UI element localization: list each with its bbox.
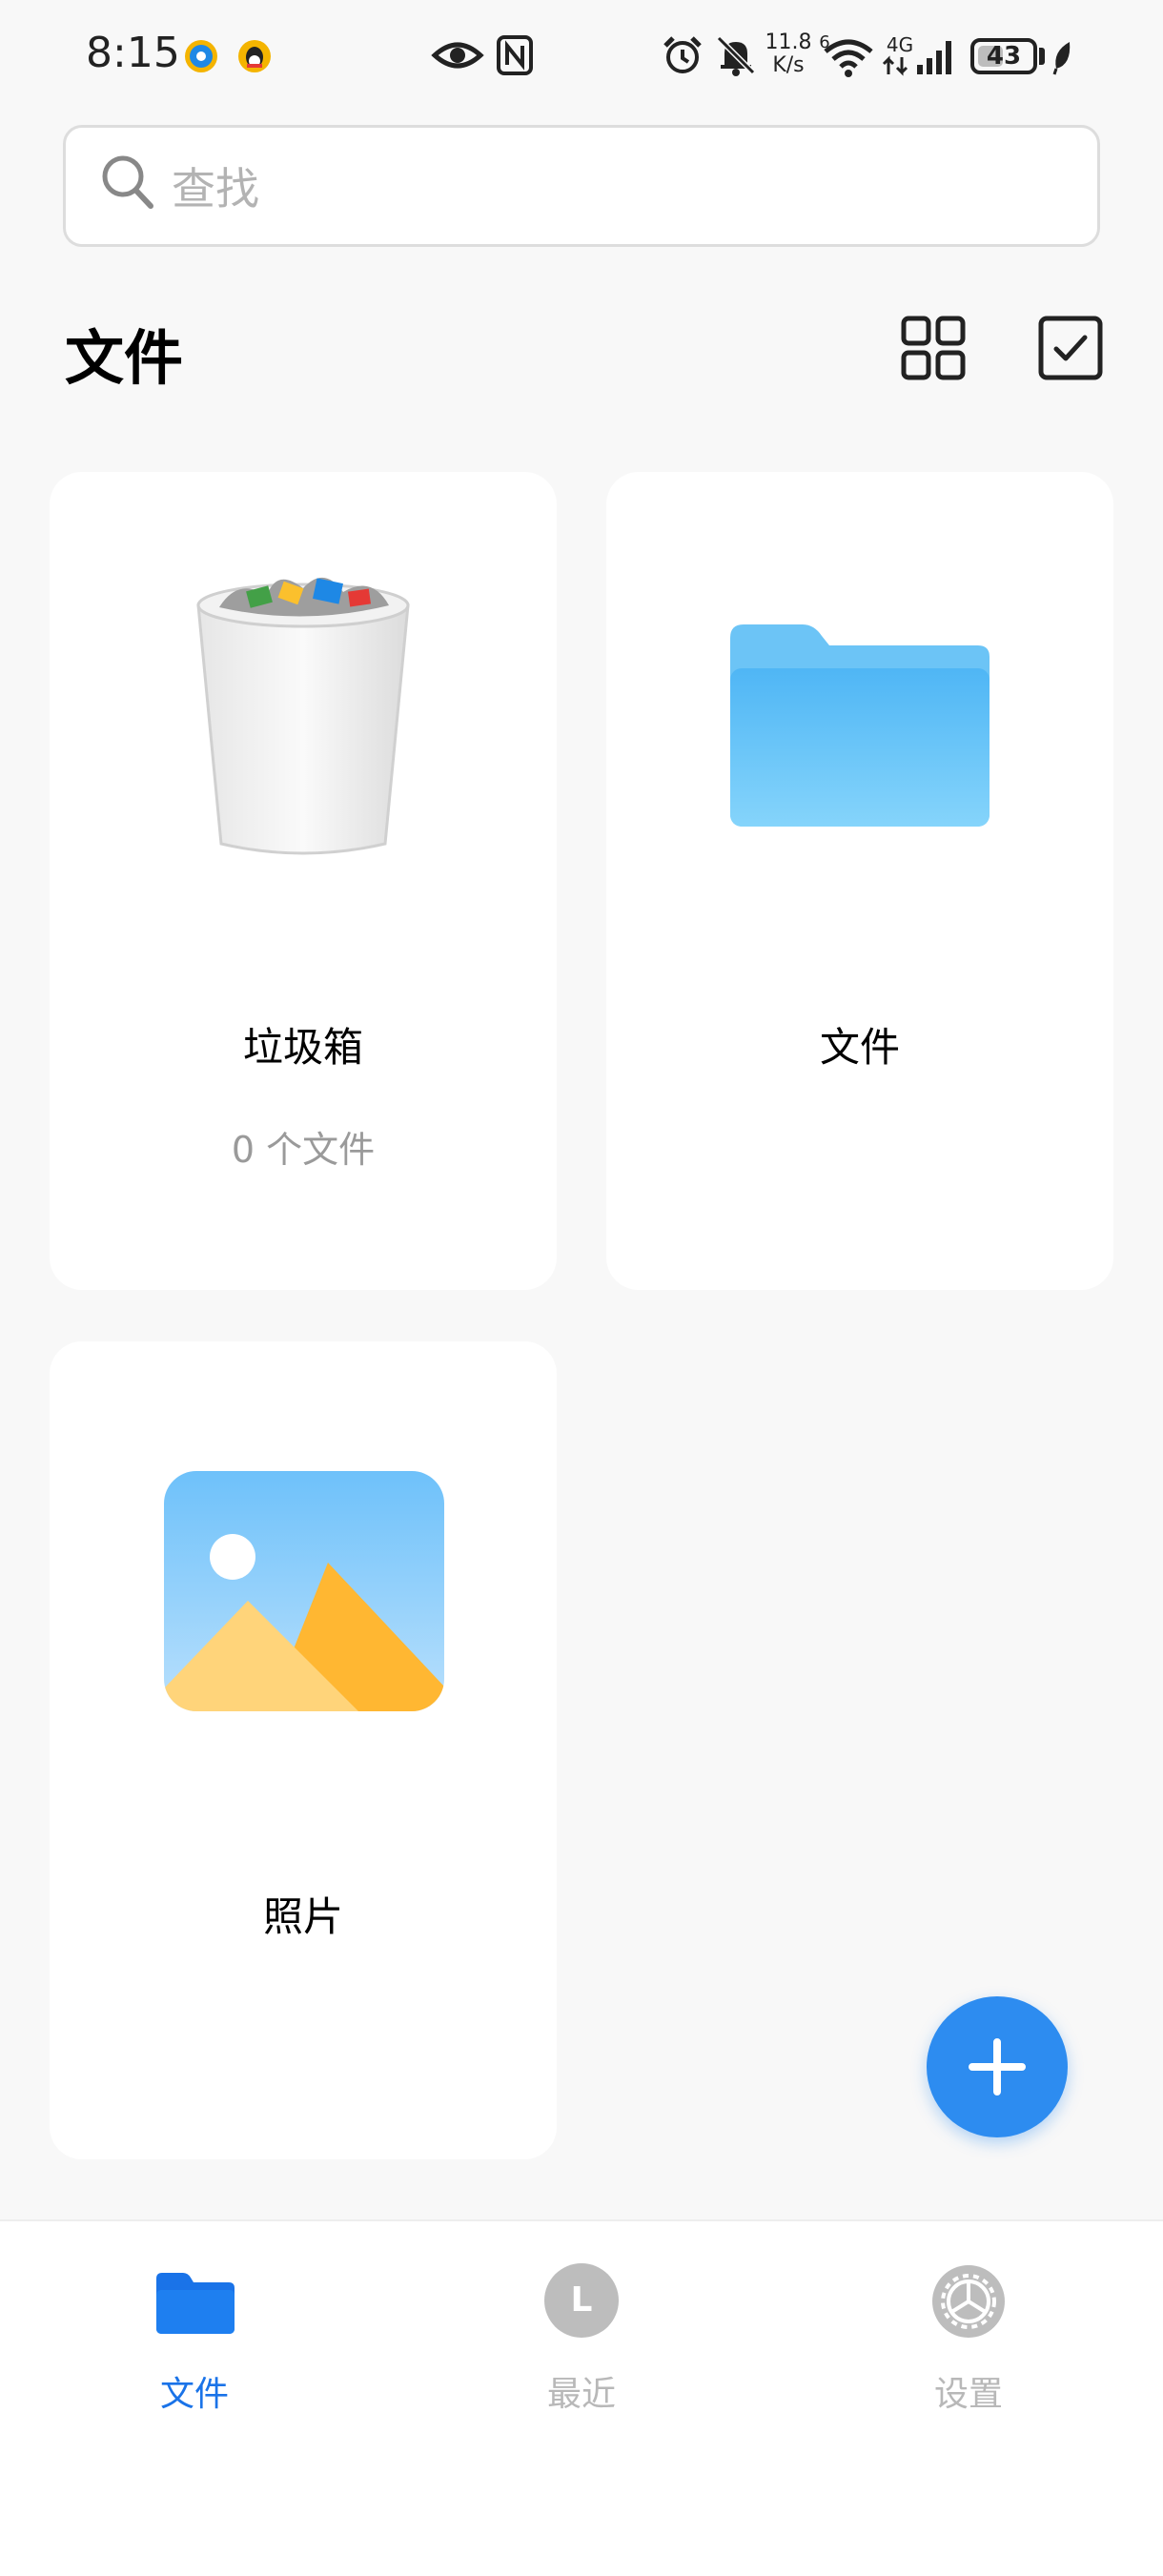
select-checkbox-icon[interactable] (1037, 315, 1104, 381)
card-files[interactable]: 文件 (606, 472, 1113, 1290)
cell-signal-icon (917, 41, 951, 74)
status-bar: 8:15 11.8 K/s 6 4G 43 (0, 0, 1163, 114)
card-photos-label: 照片 (262, 1893, 343, 1940)
nav-label-settings: 设置 (933, 2375, 1003, 2414)
nav-item-settings[interactable]: 设置 (873, 2263, 1064, 2435)
nav-label-files: 文件 (159, 2375, 229, 2414)
search-icon (102, 155, 153, 209)
add-button[interactable] (927, 1996, 1068, 2137)
alarm-icon (663, 36, 702, 73)
photo-icon (164, 1471, 444, 1711)
page-title: 文件 (65, 323, 184, 393)
recent-icon: L (544, 2263, 619, 2338)
trash-can-icon (196, 577, 410, 855)
bottom-nav: 文件 L 最近 设置 (0, 2219, 1163, 2576)
card-photos[interactable]: 照片 (50, 1341, 557, 2159)
folder-icon (156, 2273, 235, 2334)
data-arrows-icon (882, 55, 908, 76)
net-speed-unit: K/s (772, 53, 805, 77)
plus-icon (969, 2038, 1026, 2096)
app-notification-icon (185, 40, 217, 72)
gear-icon (932, 2265, 1005, 2338)
nav-item-files[interactable]: 文件 (99, 2263, 290, 2435)
leaf-icon (1052, 42, 1071, 75)
qq-notification-icon (238, 40, 271, 72)
card-trash-label: 垃圾箱 (242, 1024, 363, 1071)
card-files-label: 文件 (819, 1024, 900, 1071)
card-trash-count: 0 个文件 (231, 1129, 376, 1171)
status-time: 8:15 (86, 29, 180, 77)
nav-item-recent[interactable]: L 最近 (486, 2263, 677, 2435)
eye-icon (431, 42, 484, 69)
mute-bell-icon (716, 35, 756, 76)
nfc-icon (497, 35, 533, 75)
nav-label-recent: 最近 (546, 2375, 616, 2414)
card-trash[interactable]: 垃圾箱 0 个文件 (50, 472, 557, 1290)
battery-icon: 43 (970, 38, 1037, 74)
cell-type: 4G (886, 33, 914, 56)
grid-view-icon[interactable] (900, 315, 967, 381)
battery-cap (1039, 48, 1045, 65)
wifi-icon (824, 39, 873, 77)
battery-level: 43 (986, 42, 1022, 71)
search-placeholder: 查找 (172, 163, 259, 215)
folder-icon (730, 624, 990, 827)
net-speed-value: 11.8 (765, 31, 812, 54)
